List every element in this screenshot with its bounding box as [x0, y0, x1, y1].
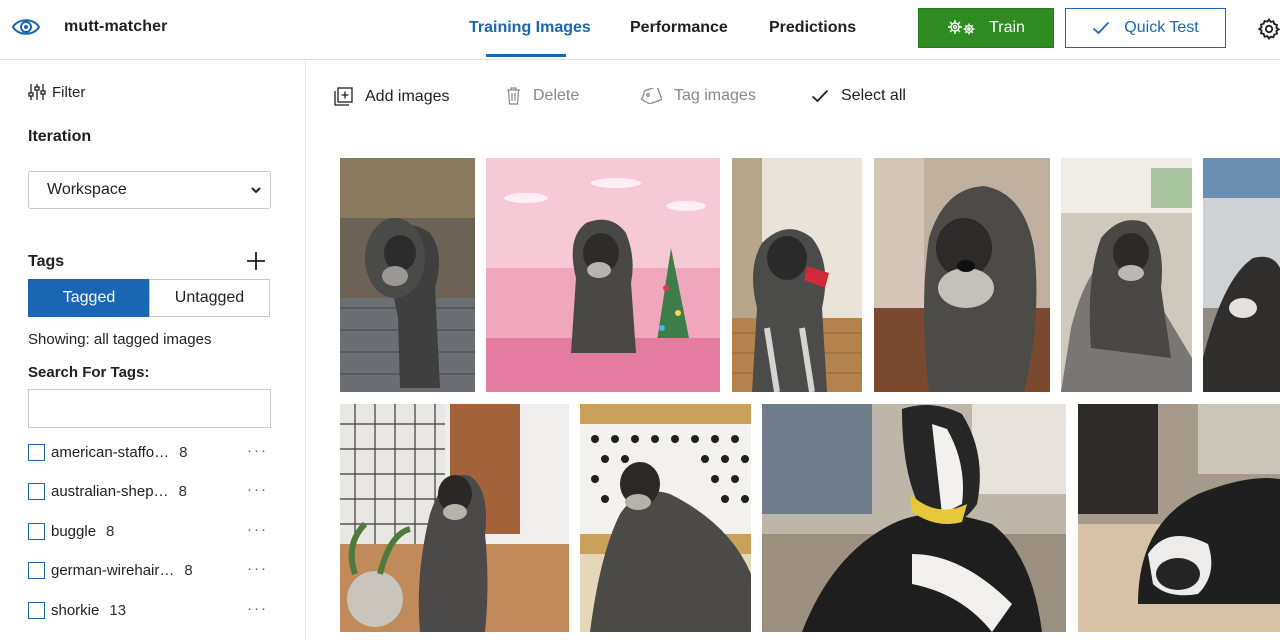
- check-icon: [1093, 21, 1110, 35]
- tag-images-button[interactable]: Tag images: [640, 87, 756, 105]
- tab-predictions[interactable]: Predictions: [769, 19, 856, 37]
- image-thumbnail[interactable]: [762, 404, 1066, 632]
- gear-icon[interactable]: [1257, 17, 1280, 41]
- iteration-select[interactable]: Workspace: [28, 171, 271, 209]
- image-thumbnail[interactable]: [486, 158, 720, 392]
- trash-icon: [507, 87, 520, 105]
- tag-images-label: Tag images: [674, 87, 756, 104]
- showing-status: Showing: all tagged images: [28, 331, 212, 348]
- train-button-label: Train: [989, 19, 1025, 36]
- tag-count: 8: [184, 561, 193, 579]
- tag-more-button[interactable]: ···: [247, 481, 268, 498]
- tag-checkbox[interactable]: [28, 601, 45, 619]
- add-images-label: Add images: [365, 87, 450, 105]
- tag-name: shorkie: [51, 601, 100, 619]
- add-image-icon: [334, 87, 353, 106]
- image-thumbnail[interactable]: [340, 404, 569, 632]
- train-button[interactable]: Train: [918, 8, 1054, 48]
- tag-checkbox[interactable]: [28, 522, 45, 540]
- tag-list-item: american-staffo… 8 ···: [28, 440, 278, 464]
- add-images-button[interactable]: Add images: [334, 87, 450, 106]
- image-thumbnail[interactable]: [1078, 404, 1280, 632]
- tag-more-button[interactable]: ···: [247, 560, 268, 577]
- add-tag-icon[interactable]: [246, 251, 266, 271]
- filter-label: Filter: [52, 83, 86, 101]
- tag-list-item: shorkie 13 ···: [28, 598, 278, 622]
- tag-count: 8: [106, 522, 115, 540]
- image-thumbnail[interactable]: [874, 158, 1050, 392]
- iteration-heading: Iteration: [28, 128, 92, 145]
- tag-count: 8: [179, 443, 188, 461]
- tag-more-button[interactable]: ···: [247, 600, 268, 617]
- tag-name: german-wirehair…: [51, 561, 175, 579]
- tag-list-item: buggle 8 ···: [28, 519, 278, 543]
- delete-button[interactable]: Delete: [506, 87, 579, 105]
- image-thumbnail[interactable]: [732, 158, 862, 392]
- tag-checkbox[interactable]: [28, 482, 45, 500]
- tag-more-button[interactable]: ···: [247, 442, 268, 459]
- tag-count: 8: [178, 482, 187, 500]
- image-thumbnail[interactable]: [580, 404, 751, 632]
- quick-test-button[interactable]: Quick Test: [1065, 8, 1226, 48]
- tag-checkbox[interactable]: [28, 561, 45, 579]
- tag-more-button[interactable]: ···: [247, 521, 268, 538]
- tag-icon: [640, 88, 662, 104]
- tagged-toggle[interactable]: Tagged: [28, 279, 150, 317]
- delete-label: Delete: [533, 87, 580, 104]
- tag-list-item: german-wirehair… 8 ···: [28, 558, 278, 582]
- filter-button[interactable]: Filter: [28, 83, 85, 101]
- tag-name: australian-shep…: [51, 482, 169, 500]
- tag-list-item: australian-shep… 8 ···: [28, 479, 278, 503]
- quick-test-label: Quick Test: [1124, 19, 1199, 36]
- app-name[interactable]: mutt-matcher: [64, 18, 167, 36]
- image-thumbnail[interactable]: [340, 158, 475, 392]
- tag-count: 13: [109, 601, 127, 619]
- eye-icon[interactable]: [10, 13, 42, 41]
- tag-name: american-staffo…: [51, 443, 170, 461]
- sidebar: Filter Iteration Workspace Tags Tagged U…: [0, 61, 306, 640]
- filter-icon: [28, 84, 46, 100]
- select-all-button[interactable]: Select all: [811, 87, 906, 105]
- search-tags-input[interactable]: [28, 389, 271, 428]
- tab-performance[interactable]: Performance: [630, 19, 728, 37]
- chevron-down-icon: [251, 187, 261, 194]
- select-all-label: Select all: [841, 87, 906, 104]
- iteration-select-value: Workspace: [47, 181, 127, 198]
- image-thumbnail[interactable]: [1061, 158, 1192, 392]
- gears-icon: [948, 20, 975, 35]
- image-thumbnail[interactable]: [1203, 158, 1280, 392]
- active-tab-indicator: [486, 54, 566, 57]
- tags-heading: Tags: [28, 253, 65, 270]
- untagged-toggle[interactable]: Untagged: [149, 279, 270, 317]
- check-icon: [811, 89, 829, 103]
- search-tags-label: Search For Tags:: [28, 364, 150, 381]
- tab-training-images[interactable]: Training Images: [469, 19, 591, 37]
- tag-name: buggle: [51, 522, 97, 540]
- top-bar: mutt-matcher Training Images Performance…: [0, 0, 1280, 60]
- tag-checkbox[interactable]: [28, 443, 45, 461]
